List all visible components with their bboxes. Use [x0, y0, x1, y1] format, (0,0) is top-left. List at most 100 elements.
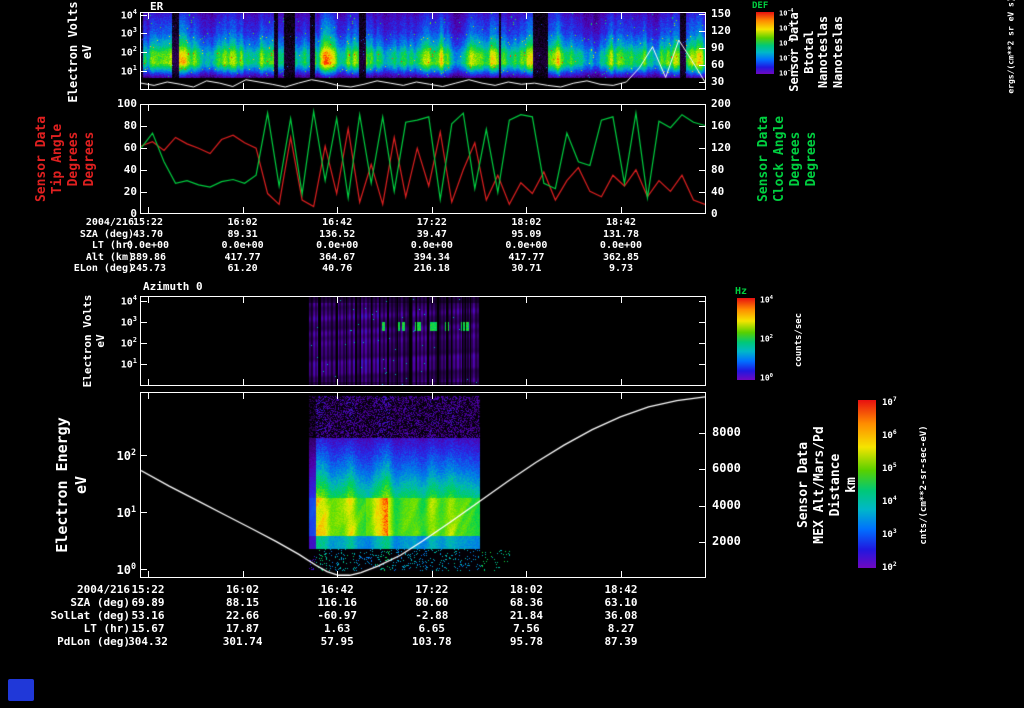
- colorbar3-tick: 100: [760, 374, 773, 383]
- axis-tick: [337, 379, 338, 385]
- annotation-value: 0.0e+00: [386, 241, 478, 251]
- axis-tick: [141, 52, 147, 53]
- axis-tick: [699, 65, 705, 66]
- axis-tick: [337, 105, 338, 111]
- annotation-value: 245.73: [102, 264, 194, 274]
- annotation-value: 16:42: [291, 584, 383, 595]
- axis-tick: [699, 126, 705, 127]
- axis-tick: [148, 105, 149, 111]
- axis-tick: [243, 571, 244, 577]
- axis-tick: [141, 343, 147, 344]
- annotation-value: 216.18: [386, 264, 478, 274]
- panel2-right-ytick: 120: [711, 142, 731, 153]
- panel4-spectrogram-canvas: [141, 393, 705, 577]
- annotation-value: 30.71: [480, 264, 572, 274]
- axis-tick: [432, 297, 433, 303]
- axis-tick: [337, 297, 338, 303]
- annotation-value: 9.73: [575, 264, 667, 274]
- colorbar4-tick: 107: [882, 397, 897, 408]
- axis-tick: [621, 13, 622, 19]
- colorbar4: [858, 400, 876, 568]
- colorbar3-title: Hz: [735, 287, 747, 297]
- taskbar-icon[interactable]: [8, 679, 34, 701]
- axis-tick: [699, 14, 705, 15]
- annotation-value: 417.77: [480, 253, 572, 263]
- axis-tick: [432, 83, 433, 89]
- axis-tick: [621, 393, 622, 399]
- axis-tick: [141, 364, 147, 365]
- panel4-right-axis-label: Sensor DataMEX Alt/Mars/PdDistancekm: [796, 335, 860, 635]
- axis-tick: [526, 105, 527, 111]
- annotation-value: 95.78: [480, 636, 572, 647]
- annotation-value: 57.95: [291, 636, 383, 647]
- panel2-right-ytick: 40: [711, 186, 724, 197]
- screen: ER Azimuth 0 DEF Hz 10410310210115012090…: [0, 0, 1024, 708]
- annotation-value: 39.47: [386, 230, 478, 240]
- panel2-ytick: 40: [97, 164, 137, 175]
- colorbar4-tick: 102: [882, 562, 897, 573]
- annotation-value: 417.77: [197, 253, 289, 263]
- annotation-value: 8.27: [575, 623, 667, 634]
- colorbar3: [737, 298, 755, 380]
- panel1-right-ytick: 150: [711, 8, 731, 19]
- axis-tick: [526, 379, 527, 385]
- axis-tick: [526, 13, 527, 19]
- annotation-value: 304.32: [102, 636, 194, 647]
- annotation-value: 362.85: [575, 253, 667, 263]
- panel2-right-ytick: 200: [711, 98, 731, 109]
- panel1-right-ytick: 90: [711, 42, 724, 53]
- panel3-title: Azimuth 0: [143, 281, 203, 292]
- axis-tick: [148, 83, 149, 89]
- axis-tick: [148, 13, 149, 19]
- axis-tick: [141, 15, 147, 16]
- axis-tick: [141, 455, 147, 456]
- panel1-title: ER: [150, 1, 163, 12]
- annotation-value: 40.76: [291, 264, 383, 274]
- panel2-lines-canvas: [141, 105, 705, 213]
- axis-tick: [526, 393, 527, 399]
- panel1-right-ytick: 120: [711, 25, 731, 36]
- axis-tick: [699, 170, 705, 171]
- annotation-value: 17.87: [197, 623, 289, 634]
- panel2-right-ytick: 0: [711, 208, 718, 219]
- annotation-value: -2.88: [386, 610, 478, 621]
- panel1-right-ytick: 30: [711, 76, 724, 87]
- axis-tick: [337, 393, 338, 399]
- panel1-ytick: 104: [97, 9, 137, 21]
- annotation-value: 68.36: [480, 597, 572, 608]
- annotation-value: 18:42: [575, 584, 667, 595]
- annotation-value: 15:22: [102, 584, 194, 595]
- annotation-value: 364.67: [291, 253, 383, 263]
- axis-tick: [699, 192, 705, 193]
- axis-tick: [337, 207, 338, 213]
- axis-tick: [621, 571, 622, 577]
- axis-tick: [699, 48, 705, 49]
- axis-tick: [148, 571, 149, 577]
- colorbar3-unit: counts/sec: [794, 190, 804, 490]
- annotation-value: 0.0e+00: [102, 241, 194, 251]
- panel1-right-ytick: 60: [711, 59, 724, 70]
- axis-tick: [432, 207, 433, 213]
- axis-tick: [337, 571, 338, 577]
- panel4-ytick: 100: [92, 562, 136, 576]
- axis-tick: [699, 322, 705, 323]
- annotation-value: 80.60: [386, 597, 478, 608]
- panel4-right-ytick: 6000: [712, 462, 741, 474]
- panel2-ytick: 80: [97, 120, 137, 131]
- colorbar4-tick: 103: [882, 529, 897, 540]
- axis-tick: [432, 13, 433, 19]
- axis-tick: [141, 301, 147, 302]
- annotation-value: 21.84: [480, 610, 572, 621]
- panel1-spectrogram-canvas: [141, 13, 705, 89]
- annotation-value: 88.15: [197, 597, 289, 608]
- annotation-value: 131.78: [575, 230, 667, 240]
- axis-tick: [621, 207, 622, 213]
- panel1-ytick: 101: [97, 65, 137, 77]
- annotation-value: 6.65: [386, 623, 478, 634]
- axis-tick: [432, 571, 433, 577]
- axis-tick: [243, 207, 244, 213]
- colorbar4-tick: 104: [882, 496, 897, 507]
- annotation-value: 16:02: [197, 584, 289, 595]
- panel4-right-ytick: 2000: [712, 535, 741, 547]
- axis-tick: [141, 322, 147, 323]
